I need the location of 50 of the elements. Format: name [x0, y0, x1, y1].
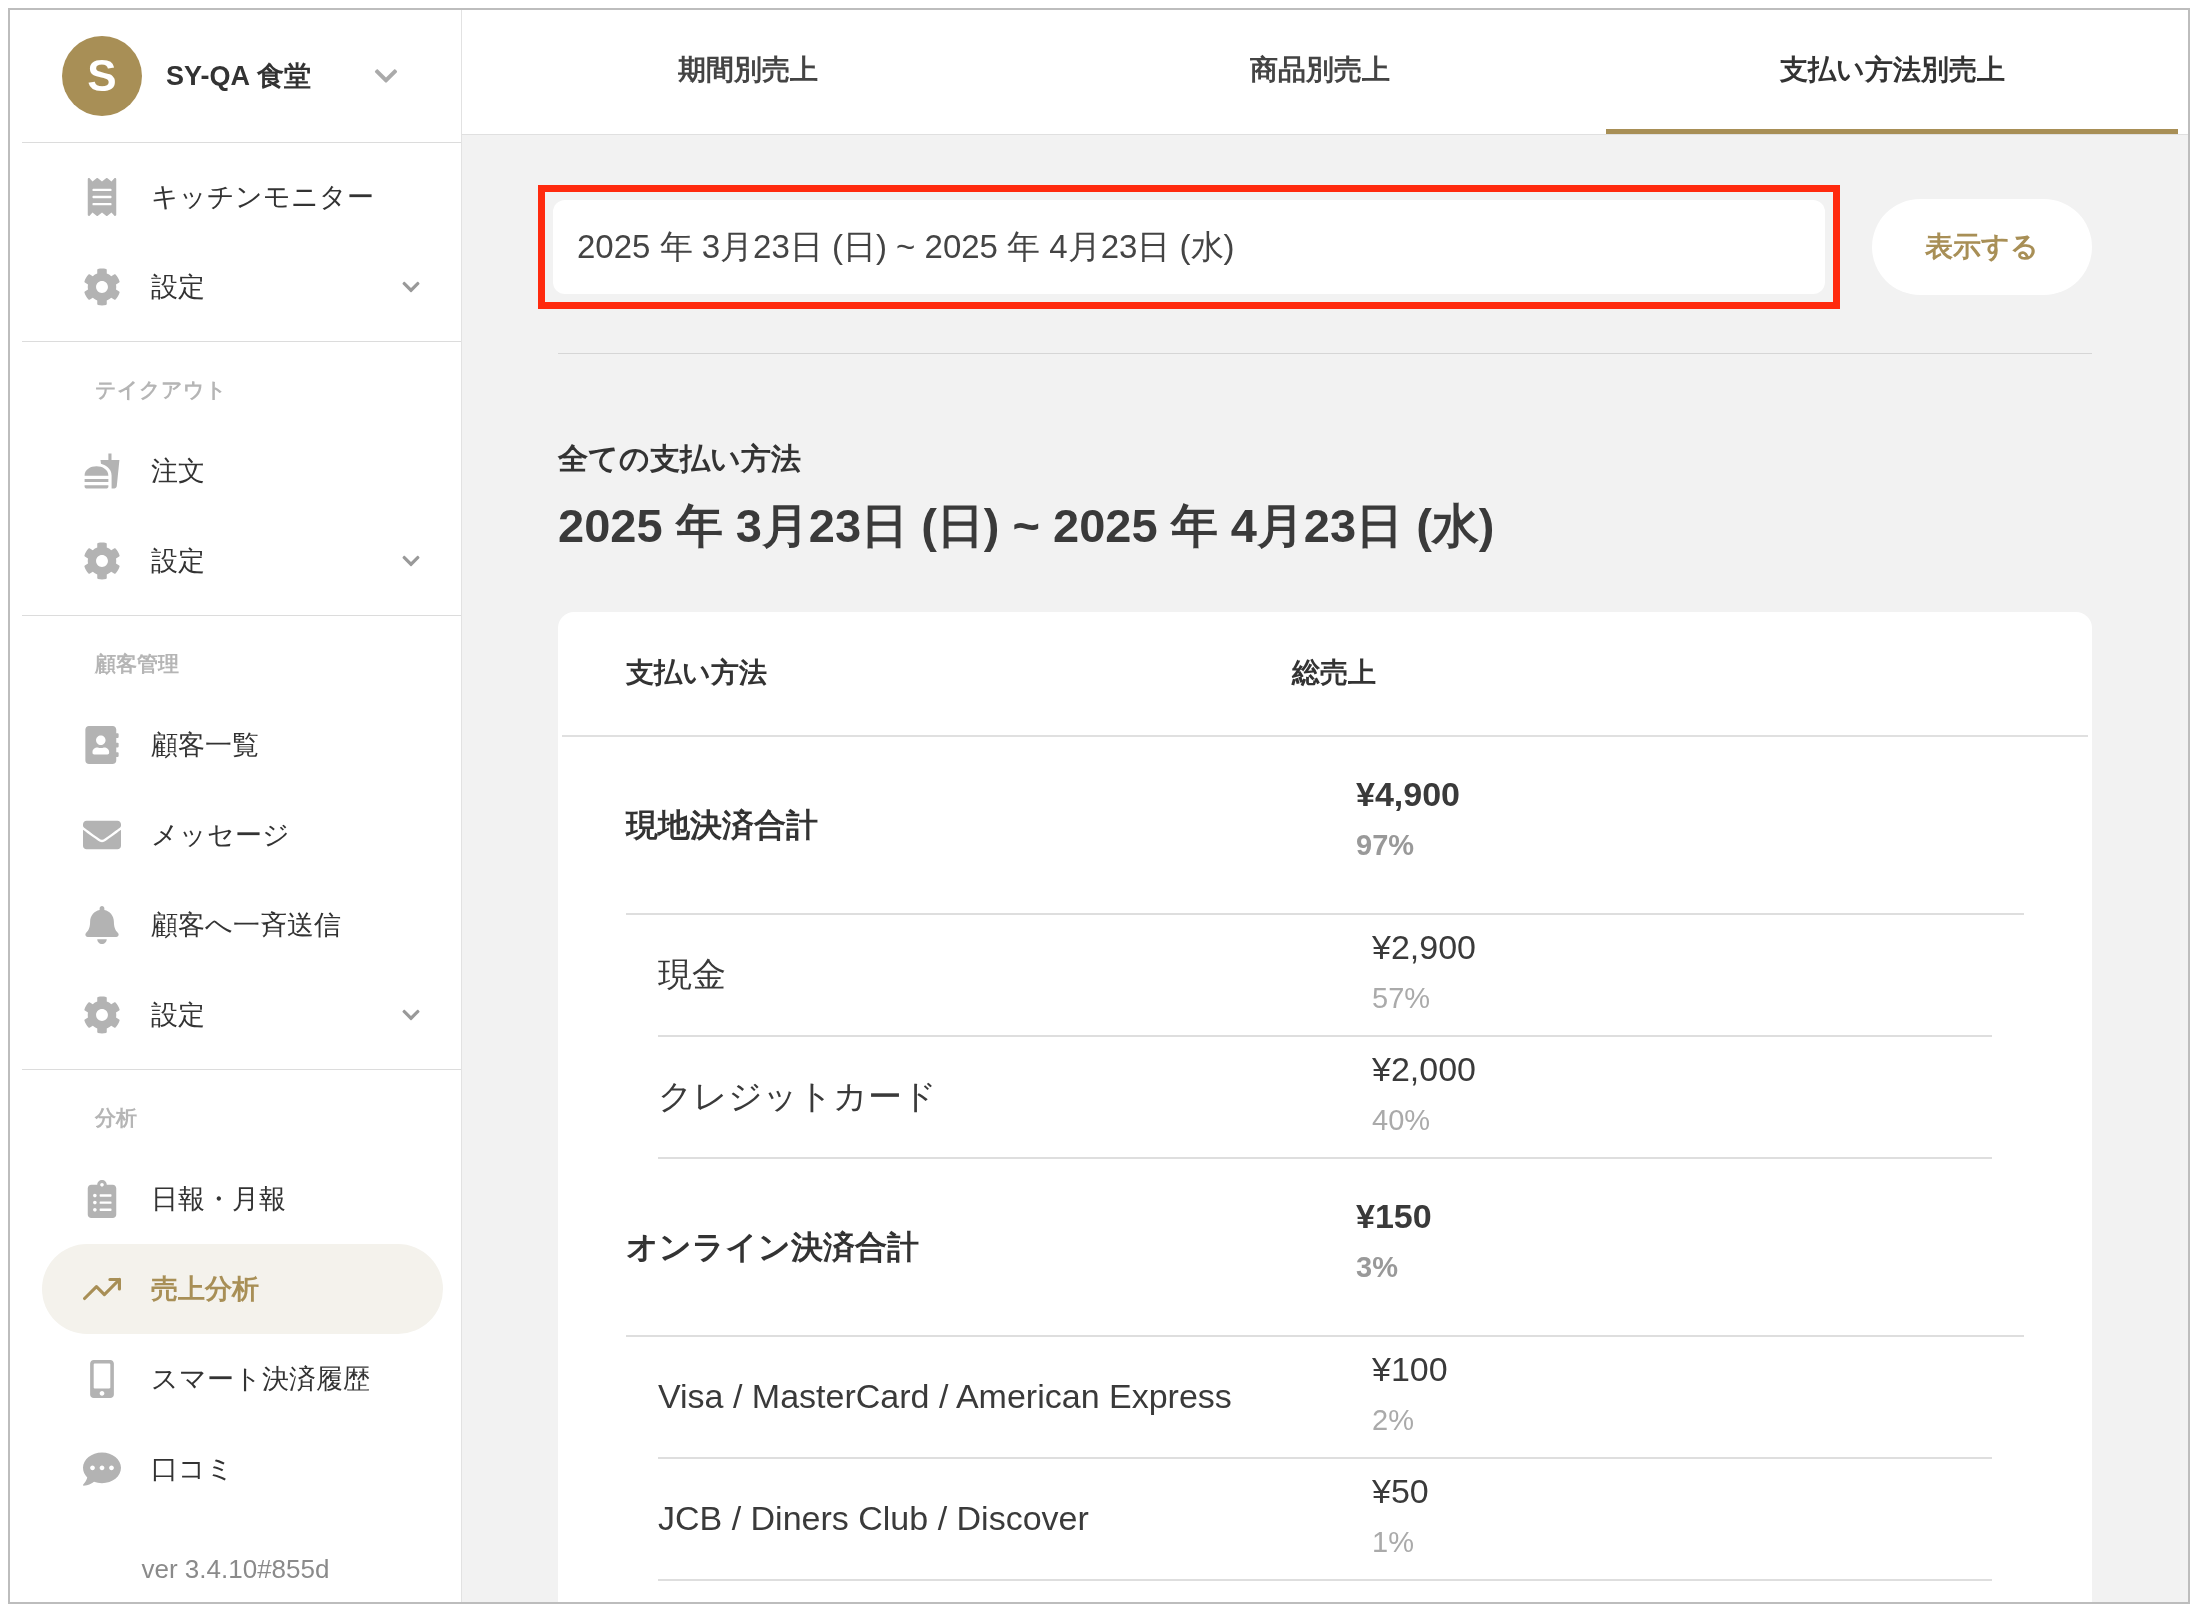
payment-method-cell-text: 現地決済合計	[626, 805, 819, 845]
account-avatar: S	[62, 36, 142, 116]
takeout-food-icon	[83, 452, 121, 490]
amount-cell-text: ¥150	[1356, 1196, 1432, 1238]
version-label: ver 3.4.10#855d	[141, 1552, 330, 1586]
nav-item[interactable]: 設定	[42, 970, 443, 1060]
share-cell-text: 2%	[1372, 1403, 1415, 1439]
payment-method-cell-text: Visa / MasterCard / American Express	[658, 1376, 1233, 1417]
payment-method-cell-text: 現金	[658, 954, 727, 995]
settings-icon	[83, 996, 121, 1034]
share-cell-text: 97%	[1356, 828, 1416, 864]
amount-cell-text: ¥100	[1372, 1349, 1448, 1391]
section-heading: 顧客管理	[95, 651, 179, 678]
settings-icon	[83, 268, 121, 306]
nav-item[interactable]: 顧客一覧	[42, 700, 443, 790]
share-cell-text: 57%	[1372, 981, 1432, 1017]
tab[interactable]: 期間別売上	[462, 10, 1034, 134]
amount-cell-text: ¥50	[1372, 1471, 1429, 1513]
payment-method-cell-text: オンライン決済合計	[626, 1227, 920, 1267]
share-cell-text: 3%	[1356, 1250, 1399, 1286]
column-header: 総売上	[1292, 656, 1376, 690]
nav-item[interactable]: 注文	[42, 426, 443, 516]
nav-item[interactable]: 顧客へ一斉送信	[42, 880, 443, 970]
nav-item[interactable]: 設定	[42, 242, 443, 332]
tab[interactable]: 商品別売上	[1034, 10, 1606, 134]
amount-cell-text: ¥2,900	[1372, 927, 1476, 969]
settings-icon	[83, 542, 121, 580]
contact-book-icon	[83, 726, 121, 764]
speech-bubble-icon	[83, 1450, 121, 1488]
payment-method-cell-text: クレジットカード	[658, 1076, 938, 1117]
summary-title: 全ての支払い方法	[558, 441, 802, 477]
share-cell-text: 1%	[1372, 1525, 1415, 1561]
date-range-field[interactable]: 2025 年 3月23日 (日) ~ 2025 年 4月23日 (水)	[553, 200, 1825, 294]
nav-item[interactable]: 設定	[42, 516, 443, 606]
section-heading: テイクアウト	[95, 377, 227, 404]
tab[interactable]: 支払い方法別売上	[1606, 10, 2178, 134]
amount-cell-text: ¥4,900	[1356, 774, 1460, 816]
nav-item[interactable]: 口コミ	[42, 1424, 443, 1514]
nav-item[interactable]: スマート決済履歴	[42, 1334, 443, 1424]
column-header: 支払い方法	[625, 656, 768, 690]
nav-item[interactable]: メッセージ	[42, 790, 443, 880]
nav-item[interactable]: 日報・月報	[42, 1154, 443, 1244]
section-heading: 分析	[95, 1105, 137, 1132]
share-cell-text: 40%	[1372, 1103, 1432, 1139]
payment-method-cell-text: JCB / Diners Club / Discover	[658, 1498, 1090, 1539]
bell-icon	[83, 906, 121, 944]
summary-period: 2025 年 3月23日 (日) ~ 2025 年 4月23日 (水)	[558, 498, 1496, 554]
amount-cell-text: ¥2,000	[1372, 1049, 1476, 1091]
account-name: SY-QA 食堂	[166, 59, 312, 93]
nav-item[interactable]: キッチンモニター	[42, 152, 443, 242]
